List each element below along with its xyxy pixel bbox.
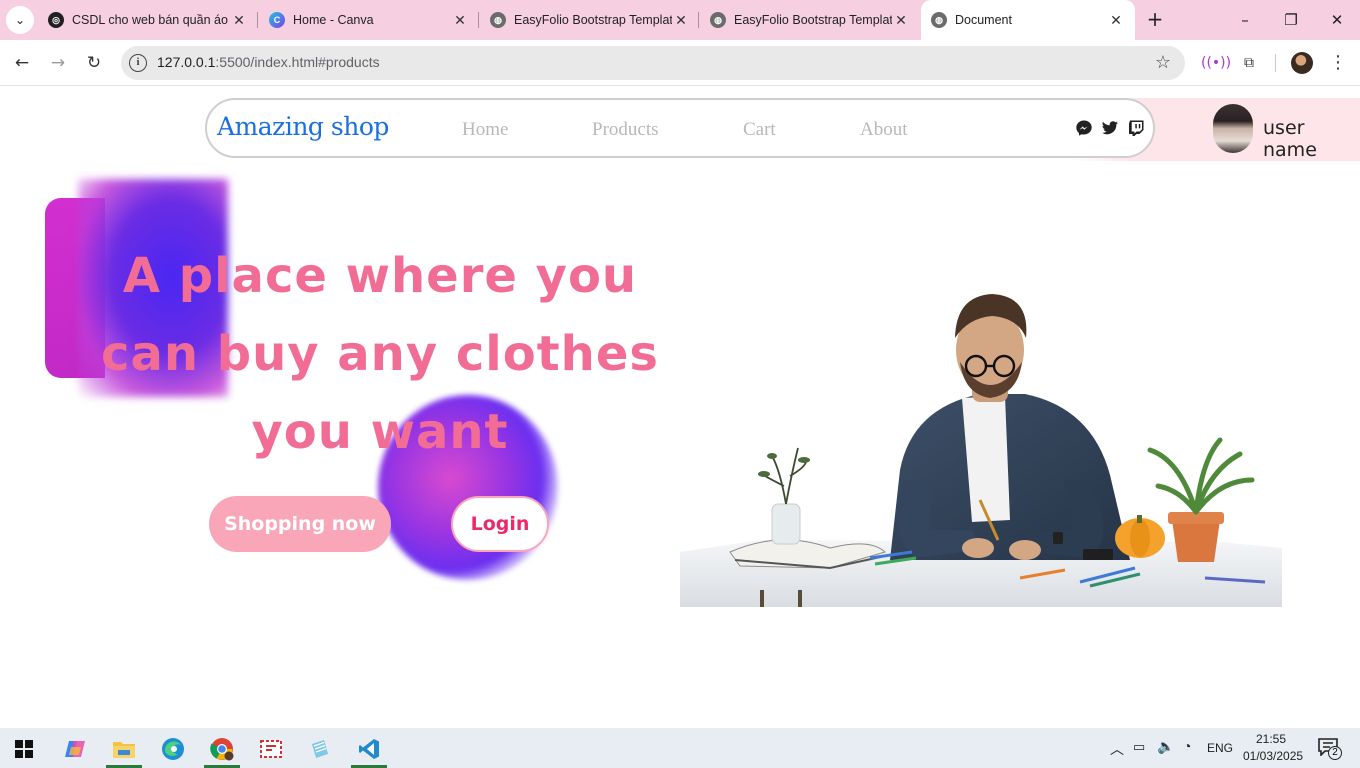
close-window-icon[interactable]: ✕	[1322, 8, 1352, 32]
site-info-icon[interactable]: i	[129, 54, 147, 72]
edge-icon[interactable]	[153, 732, 193, 766]
user-name-label[interactable]: user name	[1263, 117, 1360, 161]
reload-button[interactable]: ↻	[82, 51, 106, 75]
web-page: user name Amazing shop Home Products Car…	[0, 87, 1360, 728]
twitter-icon[interactable]	[1101, 119, 1119, 137]
login-button[interactable]: Login	[451, 496, 549, 552]
minimize-window-icon[interactable]: –	[1230, 8, 1260, 32]
tab-title: EasyFolio Bootstrap Templat	[734, 13, 892, 27]
arrow-right-icon: →	[50, 53, 66, 73]
tab-title: CSDL cho web bán quần áo	[72, 13, 228, 27]
url-path: :5500/index.html#products	[215, 54, 380, 70]
globe-icon: ◍	[710, 12, 726, 28]
notification-center-button[interactable]: 2	[1318, 738, 1342, 760]
twitch-icon[interactable]	[1127, 119, 1145, 137]
file-explorer-icon[interactable]	[104, 732, 144, 768]
chrome-icon[interactable]	[202, 732, 242, 768]
site-navbar: Amazing shop Home Products Cart About	[205, 98, 1155, 158]
chatgpt-icon: ◎	[48, 12, 64, 28]
address-bar[interactable]: i 127.0.0.1:5500/index.html#products ☆	[121, 46, 1185, 80]
notepad-icon[interactable]	[300, 732, 340, 766]
restore-window-icon[interactable]: ❐	[1276, 8, 1306, 32]
close-tab-icon[interactable]: ✕	[892, 12, 910, 29]
brand-logo[interactable]: Amazing shop	[217, 112, 389, 141]
copilot-icon[interactable]	[55, 732, 95, 766]
vscode-icon[interactable]	[349, 732, 389, 768]
profile-avatar[interactable]	[1291, 52, 1313, 74]
volume-icon[interactable]: 🔈	[1157, 738, 1174, 755]
reload-icon: ↻	[86, 53, 102, 73]
close-tab-icon[interactable]: ✕	[672, 12, 690, 29]
tab-separator	[478, 12, 479, 28]
globe-icon: ◍	[490, 12, 506, 28]
close-tab-icon[interactable]: ✕	[451, 12, 469, 29]
shopping-now-button[interactable]: Shopping now	[209, 496, 391, 552]
url-host: 127.0.0.1	[157, 54, 216, 70]
browser-tab-strip: ⌄ ◎ CSDL cho web bán quần áo ✕ C Home - …	[0, 0, 1360, 40]
windows-start-button[interactable]	[4, 732, 44, 766]
hero-image-man-at-desk	[680, 294, 1282, 607]
nav-link-products[interactable]: Products	[592, 119, 659, 141]
chevron-down-icon: ⌄	[14, 13, 26, 27]
messenger-icon[interactable]	[1075, 119, 1093, 137]
windows-logo-icon	[15, 740, 33, 758]
nav-link-about[interactable]: About	[860, 119, 908, 141]
kebab-menu-icon[interactable]: ⋮	[1327, 52, 1349, 74]
tab-separator	[698, 12, 699, 28]
url-text[interactable]: 127.0.0.1:5500/index.html#products	[157, 54, 380, 70]
close-tab-icon[interactable]: ✕	[230, 12, 248, 29]
notification-count-badge: 2	[1328, 746, 1342, 760]
globe-icon: ◍	[931, 12, 947, 28]
new-tab-button[interactable]: +	[1144, 8, 1166, 30]
clock-time[interactable]: 21:55	[1256, 732, 1286, 746]
close-tab-icon[interactable]: ✕	[1107, 12, 1125, 29]
tab-title: Home - Canva	[293, 13, 374, 27]
tab-separator	[257, 12, 258, 28]
show-hidden-icons-chevron-icon[interactable]: ︿	[1110, 739, 1124, 759]
forward-button[interactable]: →	[46, 51, 70, 75]
browser-tab-active[interactable]: ◍ Document ✕	[921, 0, 1135, 40]
tab-search-button[interactable]: ⌄	[6, 6, 34, 34]
battery-icon[interactable]: ▭	[1133, 739, 1145, 755]
user-avatar[interactable]	[1213, 104, 1253, 153]
hero-title: A place where you can buy any clothes yo…	[101, 248, 659, 460]
wifi-icon[interactable]: ◔	[1183, 738, 1191, 754]
tab-title: Document	[955, 13, 1012, 27]
browser-tab[interactable]: C Home - Canva ✕	[269, 6, 469, 34]
browser-tab[interactable]: ◍ EasyFolio Bootstrap Templat ✕	[710, 6, 910, 34]
tab-title: EasyFolio Bootstrap Templat	[514, 13, 672, 27]
snipping-tool-icon[interactable]	[251, 732, 291, 766]
windows-taskbar: ︿ ▭ 🔈 ◔ ENG 21:55 01/03/2025 2	[0, 728, 1360, 768]
toolbar-divider	[1275, 54, 1276, 72]
media-cast-icon[interactable]: ((•))	[1201, 52, 1231, 74]
clock-date[interactable]: 01/03/2025	[1243, 749, 1303, 763]
extensions-icon[interactable]: ⧉	[1238, 52, 1260, 74]
browser-toolbar: ← → ↻ i 127.0.0.1:5500/index.html#produc…	[0, 40, 1360, 86]
nav-link-cart[interactable]: Cart	[743, 119, 776, 141]
nav-link-home[interactable]: Home	[462, 119, 508, 141]
arrow-left-icon: ←	[14, 53, 30, 73]
canva-icon: C	[269, 12, 285, 28]
bookmark-star-icon[interactable]: ☆	[1155, 52, 1171, 73]
back-button[interactable]: ←	[10, 51, 34, 75]
browser-tab[interactable]: ◍ EasyFolio Bootstrap Templat ✕	[490, 6, 690, 34]
browser-tab[interactable]: ◎ CSDL cho web bán quần áo ✕	[48, 6, 248, 34]
language-indicator[interactable]: ENG	[1207, 741, 1233, 755]
